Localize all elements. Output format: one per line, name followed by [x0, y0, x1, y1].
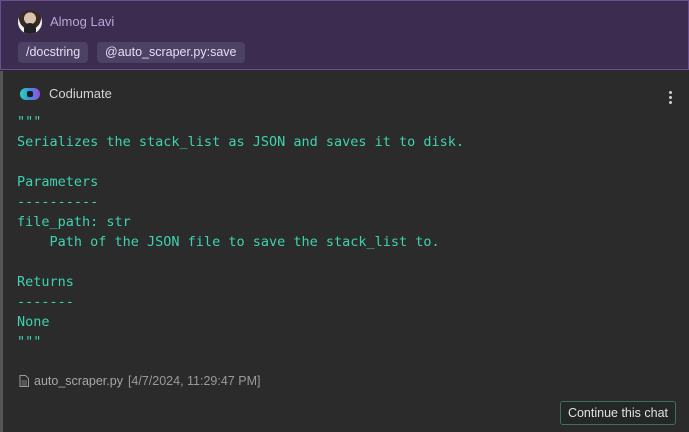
user-name: Almog Lavi — [50, 14, 115, 29]
chat-panel: Almog Lavi /docstring @auto_scraper.py:s… — [0, 0, 689, 432]
bot-name: Codiumate — [49, 86, 112, 101]
code-line: Path of the JSON file to save the stack_… — [17, 234, 440, 250]
file-reference[interactable]: auto_scraper.py [4/7/2024, 11:29:47 PM] — [19, 374, 260, 388]
codiumate-logo-icon — [20, 88, 40, 100]
code-line: Parameters — [17, 174, 99, 190]
user-avatar — [18, 10, 42, 34]
docstring-code-block: """ Serializes the stack_list as JSON an… — [17, 112, 464, 352]
code-line: Returns — [17, 274, 74, 290]
kebab-menu-icon[interactable] — [669, 91, 673, 105]
command-chip-docstring[interactable]: /docstring — [18, 42, 89, 63]
code-line: file_path: str — [17, 214, 131, 230]
code-line: """ — [17, 114, 42, 130]
file-icon — [19, 375, 29, 387]
bot-message: Codiumate """ Serializes the stack_list … — [0, 71, 689, 432]
continue-chat-button[interactable]: Continue this chat — [559, 401, 676, 425]
context-chip-file-symbol[interactable]: @auto_scraper.py:save — [97, 42, 245, 63]
file-timestamp: [4/7/2024, 11:29:47 PM] — [127, 374, 261, 388]
code-line: None — [17, 314, 50, 330]
code-line: """ — [17, 334, 42, 350]
code-line: ---------- — [17, 194, 99, 210]
file-name[interactable]: auto_scraper.py — [34, 374, 123, 388]
code-line: Serializes the stack_list as JSON and sa… — [17, 134, 465, 150]
code-line: ------- — [17, 294, 74, 310]
user-message: Almog Lavi /docstring @auto_scraper.py:s… — [0, 0, 689, 70]
